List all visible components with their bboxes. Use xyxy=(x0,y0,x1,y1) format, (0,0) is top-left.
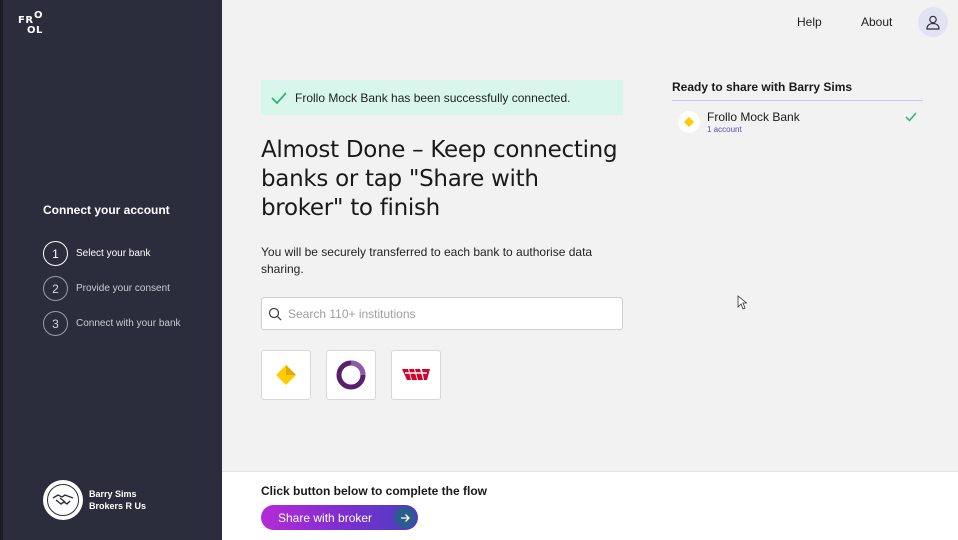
ready-divider xyxy=(672,100,923,101)
arrow-right-icon xyxy=(394,507,415,528)
step-provide-consent: 2 Provide your consent xyxy=(43,276,170,301)
page-description: You will be securely transferred to each… xyxy=(261,245,593,276)
broker-card: Barry Sims Brokers R Us xyxy=(43,480,146,520)
westpac-bank-logo-icon xyxy=(402,369,430,380)
step-label: Select your bank xyxy=(76,248,151,259)
mouse-cursor-icon xyxy=(737,295,747,310)
broker-info: Barry Sims Brokers R Us xyxy=(89,488,146,512)
help-link[interactable]: Help xyxy=(797,15,822,29)
ready-to-share-title: Ready to share with Barry Sims xyxy=(672,80,853,94)
search-icon xyxy=(268,307,282,320)
share-button-label: Share with broker xyxy=(278,510,373,525)
frollo-mock-bank-logo-icon xyxy=(678,111,700,133)
user-menu-button[interactable] xyxy=(918,7,948,37)
logo-part-ol: OL xyxy=(27,25,43,36)
commonwealth-bank-logo-icon xyxy=(276,365,296,385)
about-link[interactable]: About xyxy=(861,15,892,29)
step-number: 2 xyxy=(43,276,68,301)
success-banner: Frollo Mock Bank has been successfully c… xyxy=(261,80,623,115)
ing-bank-logo-icon xyxy=(336,360,366,390)
connected-account-count: 1 account xyxy=(707,125,742,134)
check-icon xyxy=(905,112,917,122)
search-input[interactable] xyxy=(288,306,608,321)
bottom-instruction: Click button below to complete the flow xyxy=(261,484,488,498)
connected-bank-name: Frollo Mock Bank xyxy=(707,110,800,124)
connected-bank-item: Frollo Mock Bank 1 account xyxy=(678,110,923,136)
success-message: Frollo Mock Bank has been successfully c… xyxy=(295,90,571,105)
step-connect-bank: 3 Connect with your bank xyxy=(43,311,181,336)
bank-tile-commonwealth[interactable] xyxy=(261,350,311,400)
sidebar: FR O OL Connect your account 1 Select yo… xyxy=(0,0,222,540)
bank-tile-ing[interactable] xyxy=(326,350,376,400)
bottom-action-bar: Click button below to complete the flow … xyxy=(222,471,958,540)
broker-name: Barry Sims xyxy=(89,489,137,499)
step-number: 3 xyxy=(43,311,68,336)
user-icon xyxy=(926,15,940,30)
step-select-bank: 1 Select your bank xyxy=(43,241,151,266)
broker-company: Brokers R Us xyxy=(89,501,147,511)
broker-avatar xyxy=(43,480,83,520)
frollo-logo[interactable]: FR O OL xyxy=(18,10,48,36)
share-with-broker-button[interactable]: Share with broker xyxy=(261,505,418,530)
page-headline: Almost Done – Keep connecting banks or t… xyxy=(261,137,618,221)
logo-part-o: O xyxy=(34,10,44,21)
bank-tile-westpac[interactable] xyxy=(391,350,441,400)
step-label: Connect with your bank xyxy=(76,318,181,329)
check-icon xyxy=(271,91,287,104)
step-label: Provide your consent xyxy=(76,283,170,294)
step-number: 1 xyxy=(43,241,68,266)
steps-title: Connect your account xyxy=(43,203,170,217)
handshake-icon xyxy=(47,484,79,516)
institution-search[interactable] xyxy=(261,297,623,330)
